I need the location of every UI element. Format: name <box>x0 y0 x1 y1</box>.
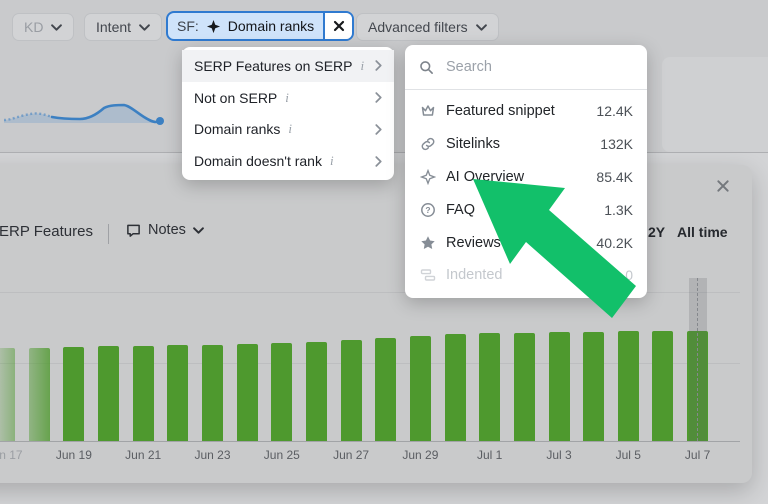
indented-icon <box>419 267 436 283</box>
x-tick-label: Jun 19 <box>44 448 104 462</box>
sf-dropdown-menu: SERP Features on SERP i Not on SERP i Do… <box>182 47 394 180</box>
bar-jul-6 <box>652 331 673 441</box>
feature-count: 0 <box>625 267 633 283</box>
bar-jun-25 <box>271 343 292 441</box>
bar-jun-22 <box>167 345 188 441</box>
intent-filter-button[interactable]: Intent <box>84 13 162 41</box>
chevron-down-icon <box>51 24 62 31</box>
kd-filter-button[interactable]: KD <box>12 13 74 41</box>
bar-jun-23 <box>202 345 223 441</box>
star-icon <box>419 235 436 251</box>
x-tick-label: Jul 7 <box>668 448 728 462</box>
bar-jul-4 <box>583 332 604 441</box>
menu-item-label: Domain doesn't rank <box>194 153 322 169</box>
feature-label: Featured snippet <box>446 103 555 119</box>
x-tick-label: Jun 27 <box>321 448 381 462</box>
chevron-right-icon <box>375 156 382 167</box>
info-icon: i <box>288 121 292 137</box>
serp-feature-submenu: Featured snippet 12.4K Sitelinks 132K AI… <box>405 45 647 298</box>
feature-label: AI Overview <box>446 169 524 185</box>
feature-label: Reviews <box>446 235 501 251</box>
ai-sparkle-icon <box>419 169 436 185</box>
page: SERP Features Notes 2Y All time Jun 17Ju… <box>0 0 768 504</box>
sparkline-endpoint-dot <box>156 117 164 125</box>
ai-diamond-icon <box>206 19 221 34</box>
bar-jun-26 <box>306 342 327 441</box>
feature-label: FAQ <box>446 202 475 218</box>
x-tick-label: Jun 29 <box>390 448 450 462</box>
advanced-filters-button[interactable]: Advanced filters <box>356 13 499 41</box>
x-tick-label: Jun 23 <box>183 448 243 462</box>
menu-item-label: Domain ranks <box>194 121 280 137</box>
bar-jun-21 <box>133 346 154 441</box>
feature-row-faq[interactable]: ? FAQ 1.3K <box>405 193 647 226</box>
menu-item-domain-doesnt-rank[interactable]: Domain doesn't rank i <box>182 145 394 177</box>
bar-jul-3 <box>549 332 570 441</box>
chevron-right-icon <box>375 92 382 103</box>
feature-count: 85.4K <box>596 169 633 185</box>
menu-item-serp-features-on-serp[interactable]: SERP Features on SERP i <box>182 50 394 82</box>
bar-jun-19 <box>63 347 84 441</box>
bar-jun-27 <box>341 340 362 441</box>
feature-row-indented: Indented 0 <box>405 259 647 292</box>
advanced-filters-label: Advanced filters <box>368 19 468 35</box>
hover-highlight-band <box>689 278 707 441</box>
search-icon <box>419 60 434 75</box>
x-tick-label: Jun 25 <box>252 448 312 462</box>
sitelinks-link-icon <box>419 136 436 152</box>
sf-value: Domain ranks <box>228 18 314 34</box>
info-icon: i <box>330 153 334 169</box>
sf-filter-chip[interactable]: SF: Domain ranks <box>166 11 354 41</box>
bar-jun-18 <box>29 348 50 441</box>
x-tick-label: Jun 21 <box>113 448 173 462</box>
dimmed-background-card <box>662 57 768 152</box>
submenu-list: Featured snippet 12.4K Sitelinks 132K AI… <box>405 90 647 298</box>
sf-chip-remove-icon[interactable] <box>323 13 352 39</box>
info-icon: i <box>360 58 364 74</box>
feature-row-sitelinks[interactable]: Sitelinks 132K <box>405 128 647 161</box>
info-icon: i <box>285 90 289 106</box>
feature-count: 40.2K <box>596 235 633 251</box>
bar-jun-30 <box>445 334 466 441</box>
feature-row-ai-overview[interactable]: AI Overview 85.4K <box>405 161 647 194</box>
search-input[interactable] <box>444 58 618 76</box>
menu-item-domain-ranks[interactable]: Domain ranks i <box>182 114 394 146</box>
bar-jun-29 <box>410 336 431 441</box>
x-tick-label: Jul 3 <box>529 448 589 462</box>
intent-label: Intent <box>96 19 131 35</box>
chevron-down-icon <box>139 24 150 31</box>
svg-text:?: ? <box>425 205 430 215</box>
chevron-down-icon <box>476 24 487 31</box>
x-tick-label: Jul 1 <box>460 448 520 462</box>
crown-icon <box>419 103 436 119</box>
bar-jun-24 <box>237 344 258 441</box>
chevron-right-icon <box>375 124 382 135</box>
feature-label: Sitelinks <box>446 136 500 152</box>
keyword-trend-sparkline <box>0 96 176 136</box>
feature-count: 132K <box>600 136 633 152</box>
hover-crosshair-line <box>697 278 698 441</box>
sf-chip-main[interactable]: SF: Domain ranks <box>168 13 323 39</box>
bar-jul-2 <box>514 333 535 441</box>
feature-count: 1.3K <box>604 202 633 218</box>
submenu-search[interactable] <box>405 45 647 90</box>
feature-count: 12.4K <box>596 103 633 119</box>
sf-prefix: SF: <box>177 18 199 34</box>
x-tick-label: Jul 5 <box>598 448 658 462</box>
feature-row-featured-snippet[interactable]: Featured snippet 12.4K <box>405 95 647 128</box>
chevron-right-icon <box>375 60 382 71</box>
x-tick-label: Jun 17 <box>0 448 35 462</box>
feature-label: Indented <box>446 267 502 283</box>
menu-item-label: SERP Features on SERP <box>194 58 352 74</box>
question-circle-icon: ? <box>419 202 436 218</box>
kd-label: KD <box>24 19 43 35</box>
bar-jul-1 <box>479 333 500 441</box>
feature-row-reviews[interactable]: Reviews 40.2K <box>405 226 647 259</box>
bar-jun-17 <box>0 348 15 441</box>
bar-jun-28 <box>375 338 396 441</box>
bar-jul-5 <box>618 331 639 441</box>
bar-jun-20 <box>98 346 119 441</box>
menu-item-label: Not on SERP <box>194 90 277 106</box>
menu-item-not-on-serp[interactable]: Not on SERP i <box>182 82 394 114</box>
